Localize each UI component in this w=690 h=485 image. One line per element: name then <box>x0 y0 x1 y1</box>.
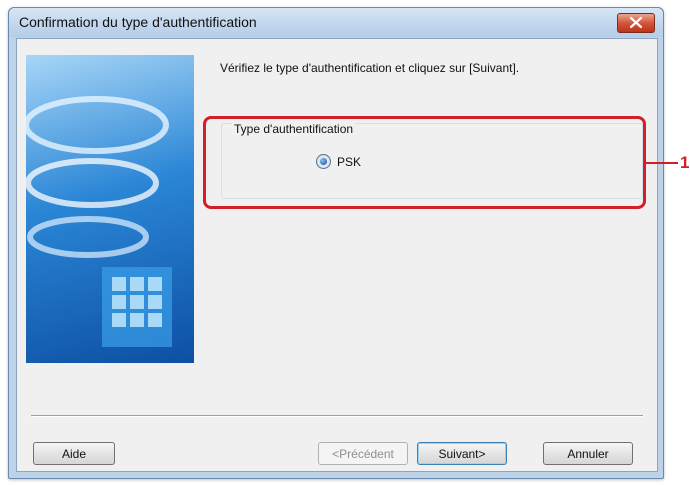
button-separator <box>31 415 643 417</box>
auth-type-group: Type d'authentification PSK <box>221 122 643 199</box>
help-button[interactable]: Aide <box>33 442 115 465</box>
dialog-window: Confirmation du type d'authentification <box>8 7 664 479</box>
previous-button[interactable]: <Précédent <box>318 442 408 465</box>
auth-type-legend: Type d'authentification <box>232 122 356 136</box>
radio-selected-dot <box>320 158 327 165</box>
next-button[interactable]: Suivant> <box>417 442 507 465</box>
instruction-text: Vérifiez le type d'authentification et c… <box>220 61 520 75</box>
annotation-callout-line <box>646 162 678 164</box>
network-art-image <box>26 55 194 363</box>
psk-radio-button[interactable] <box>316 154 331 169</box>
cancel-button[interactable]: Annuler <box>543 442 633 465</box>
psk-radio-label: PSK <box>337 154 362 169</box>
close-button[interactable] <box>617 13 655 33</box>
close-icon <box>630 17 642 28</box>
dialog-client-area: Vérifiez le type d'authentification et c… <box>16 38 658 472</box>
title-bar: Confirmation du type d'authentification <box>9 8 663 37</box>
psk-radio-option[interactable]: PSK <box>316 154 361 169</box>
annotation-callout-number: 1 <box>680 153 690 172</box>
window-title: Confirmation du type d'authentification <box>19 14 257 30</box>
